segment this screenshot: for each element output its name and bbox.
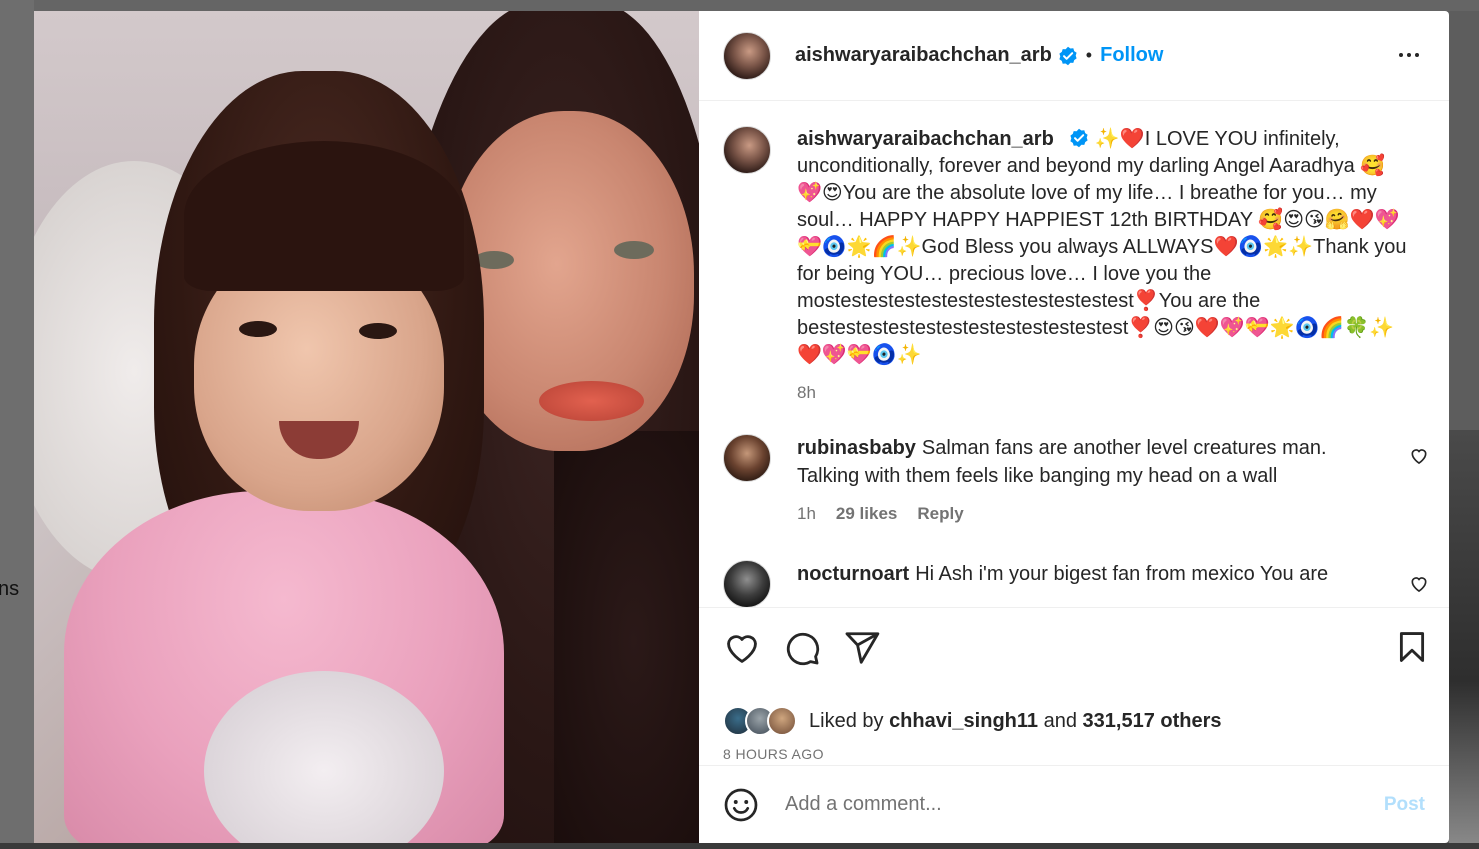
author-username[interactable]: aishwaryaraibachchan_arb xyxy=(795,44,1052,67)
comment-text: Hi Ash i'm your bigest fan from mexico Y… xyxy=(915,563,1329,585)
comment-bubble-icon[interactable] xyxy=(783,629,821,667)
photo-girl-bangs xyxy=(184,141,464,291)
commenter-username[interactable]: rubinasbaby xyxy=(797,437,916,459)
commenter-avatar[interactable] xyxy=(723,434,771,482)
caption-username[interactable]: aishwaryaraibachchan_arb xyxy=(797,128,1054,150)
caption-body: aishwaryaraibachchan_arb ✨❤️I LOVE YOU i… xyxy=(797,126,1407,406)
liked-by-and: and xyxy=(1043,709,1077,732)
comment-item: nocturnoart Hi Ash i'm your bigest fan fr… xyxy=(699,560,1449,607)
save-bookmark-icon[interactable] xyxy=(1395,628,1429,666)
post-time-ago[interactable]: 8 HOURS AGO xyxy=(699,746,1449,762)
backdrop-left-feed xyxy=(0,0,34,849)
photo-girl-eye xyxy=(239,321,277,337)
comment-input[interactable] xyxy=(783,792,1347,817)
post-modal: aishwaryaraibachchan_arb • Follow aishwa… xyxy=(34,11,1449,843)
commenter-username[interactable]: nocturnoart xyxy=(797,563,909,585)
comment-time[interactable]: 1h xyxy=(797,500,816,528)
comment-body: nocturnoart Hi Ash i'm your bigest fan fr… xyxy=(797,560,1357,607)
action-icons xyxy=(699,608,1449,668)
comment-item: rubinasbaby Salman fans are another level… xyxy=(699,434,1449,528)
comment-meta: 1h 29 likes Reply xyxy=(797,500,1357,528)
comment-likes[interactable]: 29 likes xyxy=(836,500,897,528)
photo-woman-eye xyxy=(614,241,654,259)
comment-reply-button[interactable]: Reply xyxy=(917,500,963,528)
backdrop-bottom xyxy=(0,843,1479,849)
post-caption: aishwaryaraibachchan_arb ✨❤️I LOVE YOU i… xyxy=(699,102,1449,406)
backdrop-top xyxy=(0,0,1479,11)
post-header: aishwaryaraibachchan_arb • Follow xyxy=(699,11,1449,101)
post-photo[interactable] xyxy=(34,11,699,843)
liked-by-prefix: Liked by xyxy=(809,709,884,732)
share-send-icon[interactable] xyxy=(843,629,881,667)
liked-by-user[interactable]: chhavi_singh11 xyxy=(889,710,1038,733)
backdrop-text: ns xyxy=(0,578,20,600)
comments-scroll-area[interactable]: aishwaryaraibachchan_arb ✨❤️I LOVE YOU i… xyxy=(699,102,1449,607)
likes-summary: Liked by chhavi_singh11 and 331,517 othe… xyxy=(699,706,1449,736)
post-panel: aishwaryaraibachchan_arb • Follow aishwa… xyxy=(699,11,1449,843)
comment-like-heart-icon[interactable] xyxy=(1409,446,1429,466)
emoji-smiley-icon[interactable] xyxy=(723,787,759,823)
verified-badge-icon xyxy=(1070,128,1088,148)
follow-button[interactable]: Follow xyxy=(1100,44,1163,67)
liked-by-others[interactable]: 331,517 others xyxy=(1083,710,1222,733)
photo-girl-eye xyxy=(359,323,397,339)
post-comment-button[interactable]: Post xyxy=(1384,794,1425,816)
commenter-avatar[interactable] xyxy=(723,560,771,607)
photo-woman-lips xyxy=(539,381,644,421)
liker-avatar xyxy=(767,706,797,736)
verified-badge-icon xyxy=(1059,46,1077,65)
backdrop-right-feed xyxy=(1449,430,1479,849)
author-avatar[interactable] xyxy=(723,31,771,80)
comment-like-heart-icon[interactable] xyxy=(1409,574,1429,594)
comment-body: rubinasbaby Salman fans are another level… xyxy=(797,434,1357,528)
caption-text: ✨❤️I LOVE YOU infinitely, unconditionall… xyxy=(797,128,1407,366)
liker-avatars xyxy=(723,706,797,736)
header-separator: • xyxy=(1085,45,1093,65)
caption-timestamp[interactable]: 8h xyxy=(797,379,1407,406)
post-actions: Liked by chhavi_singh11 and 331,517 othe… xyxy=(699,607,1449,778)
photo-woman-top xyxy=(554,431,699,843)
like-heart-icon[interactable] xyxy=(723,629,761,667)
add-comment-bar: Post xyxy=(699,765,1449,843)
caption-author-avatar[interactable] xyxy=(723,126,771,174)
more-options-icon[interactable] xyxy=(1397,43,1421,67)
